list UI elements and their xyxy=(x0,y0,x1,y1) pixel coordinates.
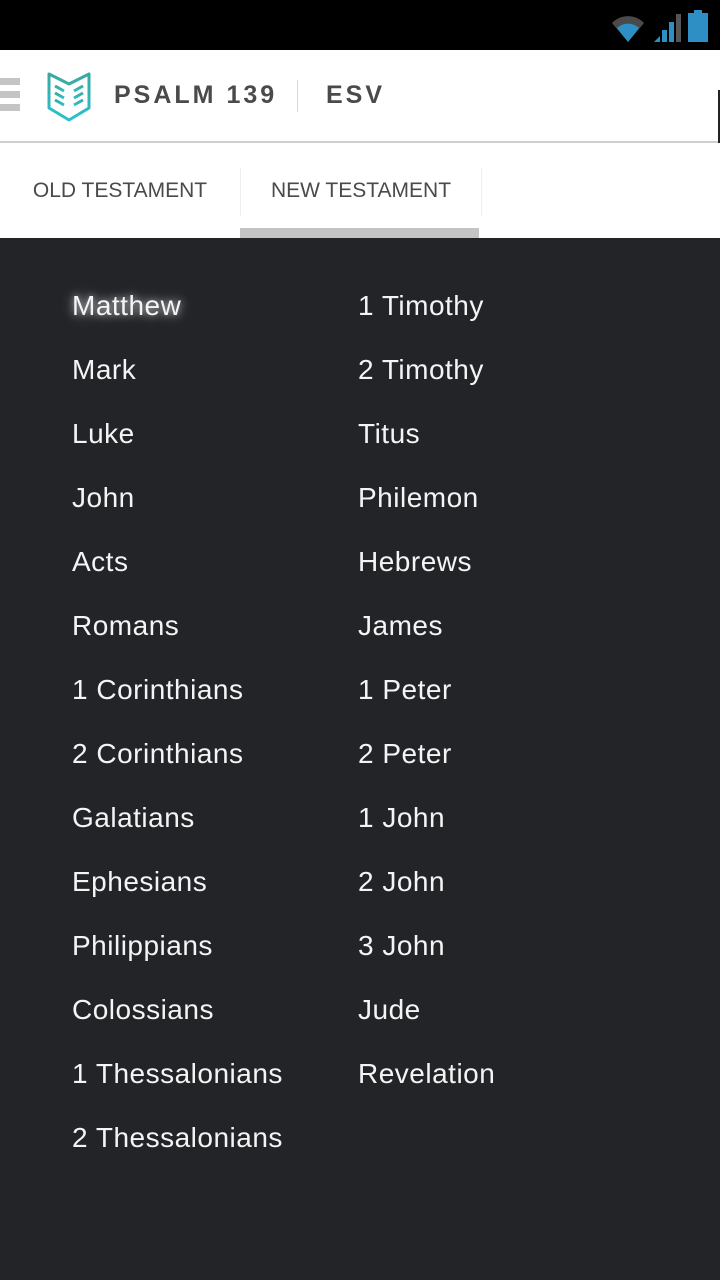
wifi-icon xyxy=(612,16,644,42)
tab-divider xyxy=(481,168,482,216)
book-item[interactable]: James xyxy=(358,594,495,658)
book-item[interactable]: 1 Peter xyxy=(358,658,495,722)
hamburger-menu-icon[interactable] xyxy=(0,78,20,112)
open-book-logo-icon[interactable] xyxy=(46,72,92,122)
book-item[interactable]: 2 Timothy xyxy=(358,338,495,402)
app-header: PSALM 139 ESV xyxy=(0,50,720,143)
book-item[interactable]: Romans xyxy=(72,594,283,658)
battery-icon xyxy=(688,10,708,42)
book-column-left: Matthew Mark Luke John Acts Romans 1 Cor… xyxy=(72,274,283,1170)
selected-tab-indicator xyxy=(240,228,479,238)
book-column-right: 1 Timothy 2 Timothy Titus Philemon Hebre… xyxy=(358,274,495,1106)
book-list: Matthew Mark Luke John Acts Romans 1 Cor… xyxy=(0,238,720,1280)
book-item[interactable]: Jude xyxy=(358,978,495,1042)
book-item[interactable]: 1 Timothy xyxy=(358,274,495,338)
tab-old-testament[interactable]: OLD TESTAMENT xyxy=(0,143,240,238)
book-item[interactable]: Luke xyxy=(72,402,283,466)
page-title[interactable]: PSALM 139 xyxy=(114,81,277,110)
book-item[interactable]: 1 John xyxy=(358,786,495,850)
book-item[interactable]: 1 Thessalonians xyxy=(72,1042,283,1106)
book-item[interactable]: 2 Corinthians xyxy=(72,722,283,786)
book-item[interactable]: Revelation xyxy=(358,1042,495,1106)
header-divider xyxy=(297,80,298,112)
cell-signal-icon xyxy=(654,14,681,42)
book-item[interactable]: 2 Thessalonians xyxy=(72,1106,283,1170)
tab-new-testament[interactable]: NEW TESTAMENT xyxy=(241,143,481,238)
status-bar xyxy=(0,0,720,50)
book-item[interactable]: Colossians xyxy=(72,978,283,1042)
book-item[interactable]: Matthew xyxy=(72,274,283,338)
book-item[interactable]: Ephesians xyxy=(72,850,283,914)
book-item[interactable]: Philemon xyxy=(358,466,495,530)
book-item[interactable]: Acts xyxy=(72,530,283,594)
testament-tabs: OLD TESTAMENT NEW TESTAMENT xyxy=(0,143,720,238)
book-item[interactable]: 2 John xyxy=(358,850,495,914)
book-item[interactable]: Philippians xyxy=(72,914,283,978)
book-item[interactable]: Mark xyxy=(72,338,283,402)
book-item[interactable]: John xyxy=(72,466,283,530)
book-item[interactable]: 3 John xyxy=(358,914,495,978)
book-item[interactable]: 1 Corinthians xyxy=(72,658,283,722)
book-item[interactable]: Galatians xyxy=(72,786,283,850)
book-item[interactable]: 2 Peter xyxy=(358,722,495,786)
version-selector[interactable]: ESV xyxy=(326,81,385,110)
book-item[interactable]: Titus xyxy=(358,402,495,466)
book-item[interactable]: Hebrews xyxy=(358,530,495,594)
